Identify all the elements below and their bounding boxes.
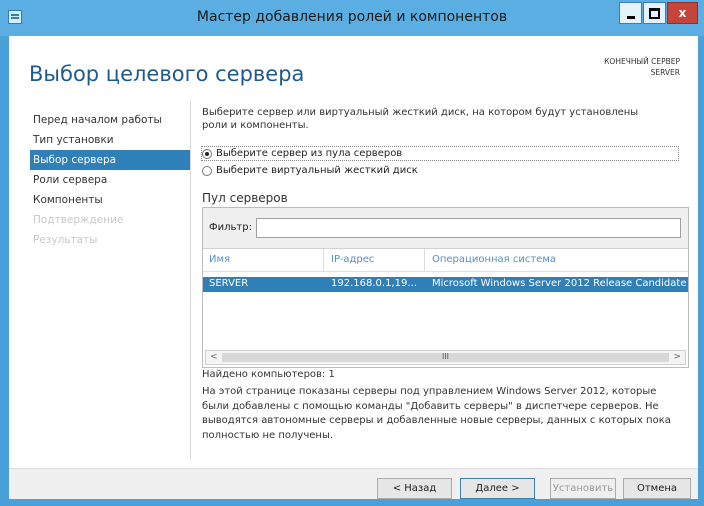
radio-server-pool[interactable]: Выберите сервер из пула серверов [202,148,402,159]
filter-label: Фильтр: [209,222,252,233]
scroll-grip-icon: III [441,352,450,361]
maximize-icon [649,7,660,19]
column-separator[interactable] [424,249,425,271]
table-row[interactable]: SERVER 192.168.0.1,19... Microsoft Windo… [203,277,688,292]
nav-item-installation-type[interactable]: Тип установки [30,130,190,150]
column-separator[interactable] [323,249,324,271]
server-pool-table: Фильтр: Имя IP-адрес Операционная систем… [202,207,689,368]
destination-label: КОНЕЧНЫЙ СЕРВЕР [604,57,680,66]
server-pool-label: Пул серверов [202,191,288,205]
window-title: Мастер добавления ролей и компонентов [196,9,508,25]
nav-item-server-roles[interactable]: Роли сервера [30,170,190,190]
scroll-right-icon[interactable]: > [673,352,681,362]
radio-virtual-disk[interactable]: Выберите виртуальный жесткий диск [202,165,418,176]
minimize-button[interactable] [619,2,642,24]
wizard-window: Мастер добавления ролей и компонентов x … [0,0,704,506]
filter-input[interactable] [256,218,681,238]
found-count: Найдено компьютеров: 1 [202,369,335,380]
next-button[interactable]: Далее > [460,478,535,499]
install-button: Установить [550,478,616,499]
radio-virtual-disk-label: Выберите виртуальный жесткий диск [216,165,418,176]
radio-server-pool-label: Выберите сервер из пула серверов [216,148,403,159]
wizard-nav: Перед началом работы Тип установки Выбор… [30,110,190,250]
cell-ip: 192.168.0.1,19... [331,278,417,289]
column-header-name[interactable]: Имя [209,254,230,265]
minimize-icon [626,15,635,19]
scroll-thumb[interactable]: III [222,352,669,362]
table-header: Имя IP-адрес Операционная система [203,249,688,272]
cancel-button[interactable]: Отмена [623,478,691,499]
close-button[interactable]: x [667,2,698,24]
cell-os: Microsoft Windows Server 2012 Release Ca… [432,278,688,289]
close-icon: x [678,6,687,20]
destination-value: SERVER [650,68,680,77]
scroll-left-icon[interactable]: < [210,352,218,362]
cell-name: SERVER [209,278,249,289]
nav-item-features[interactable]: Компоненты [30,190,190,210]
nav-item-server-selection[interactable]: Выбор сервера [30,150,190,170]
maximize-button[interactable] [643,2,666,24]
column-header-os[interactable]: Операционная система [432,254,556,265]
back-button[interactable]: < Назад [377,478,452,499]
intro-text: Выберите сервер или виртуальный жесткий … [202,107,639,131]
nav-item-results: Результаты [33,234,98,246]
column-header-ip[interactable]: IP-адрес [331,254,374,265]
filter-bar: Фильтр: [203,208,688,249]
radio-unselected-icon[interactable] [202,165,212,176]
title-bar[interactable]: Мастер добавления ролей и компонентов x [0,0,704,36]
description-text: На этой странице показаны серверы под уп… [202,386,671,441]
nav-item-confirmation: Подтверждение [33,214,124,226]
nav-item-before-you-begin[interactable]: Перед началом работы [30,110,190,130]
radio-selected-icon[interactable] [202,148,212,159]
nav-divider [190,100,191,460]
page-title: Выбор целевого сервера [29,62,305,86]
destination-server: КОНЕЧНЫЙ СЕРВЕР SERVER [604,56,680,78]
horizontal-scrollbar[interactable]: < III > [205,350,686,365]
